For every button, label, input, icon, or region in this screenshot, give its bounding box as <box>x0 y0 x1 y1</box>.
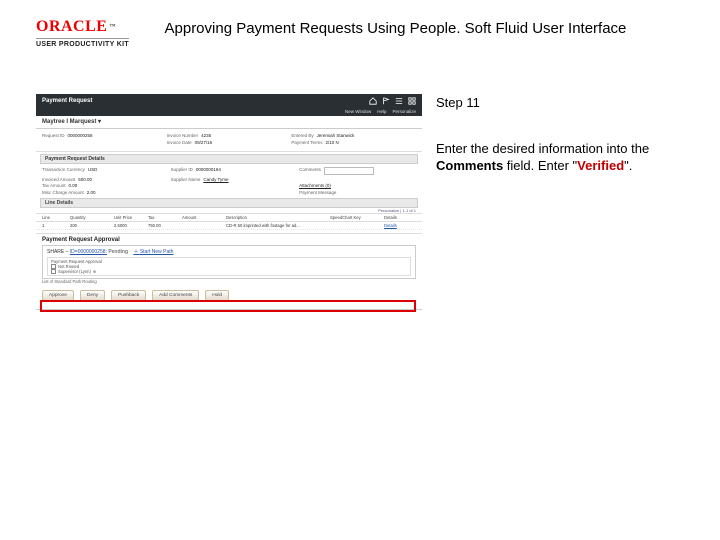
label-invoice-date: Invoice Date <box>167 140 192 145</box>
col-tax: Tax <box>148 215 178 220</box>
line-grid-row: 1 200 2.5000 750.00 CD-R 50 imprinted wi… <box>36 222 422 230</box>
approval-start-new-path-label: Start New Path <box>140 249 174 255</box>
cell-description: CD-R 50 imprinted with footage for ad... <box>226 223 326 228</box>
label-comments: Comments <box>299 167 321 175</box>
col-speedchart: SpeedChart Key <box>330 215 380 220</box>
col-description: Description <box>226 215 326 220</box>
line-grid-header: Line Quantity Unit Price Tax Amount Desc… <box>36 213 422 222</box>
section-payment-request-details: Payment Request Details <box>40 154 418 164</box>
brand-text: ORACLE <box>36 18 107 36</box>
value-request-id: 0000000258 <box>68 133 93 138</box>
trademark-symbol: ™ <box>109 24 116 30</box>
link-help[interactable]: Help <box>377 109 386 114</box>
value-tax-amount: 0.00 <box>69 183 78 188</box>
col-quantity: Quantity <box>70 215 110 220</box>
ps-header-title: Payment Request <box>42 98 92 104</box>
peoplesoft-screenshot: Payment Request New Window Help Personal… <box>36 94 422 346</box>
value-invoiced-amount: 500.00 <box>78 177 92 182</box>
approval-supervisor: Supervisor (Lynn) <box>58 269 91 274</box>
oracle-logo: ORACLE ™ USER PRODUCTIVITY KIT <box>36 18 129 48</box>
footer-note: List of Standard Path Routing <box>36 279 422 286</box>
approval-start-new-path[interactable]: ＋ Start New Path <box>133 249 173 255</box>
instr-comments-word: Comments <box>436 158 503 173</box>
col-amount: Amount <box>182 215 222 220</box>
add-comments-button[interactable]: Add Comments <box>152 290 199 301</box>
comments-input[interactable] <box>324 167 374 175</box>
deny-button[interactable]: Deny <box>80 290 105 301</box>
col-details: Details <box>384 215 422 220</box>
ps-header-labels: New Window Help Personalize <box>36 108 422 116</box>
label-entered-by: Entered By <box>291 133 313 138</box>
approval-req-id-link[interactable]: ID=0000000258: <box>70 249 107 255</box>
link-personalize[interactable]: Personalize <box>392 109 416 114</box>
plus-icon[interactable]: ⊕ <box>93 269 97 274</box>
cell-line: 1 <box>42 223 66 228</box>
col-unit-price: Unit Price <box>114 215 144 220</box>
value-invoice-date: 09/27/16 <box>195 140 213 145</box>
value-payment-terms: 2/10 N <box>326 140 339 145</box>
instr-end: ". <box>624 158 632 173</box>
col-line: Line <box>42 215 66 220</box>
cell-details-link[interactable]: Details <box>384 223 422 228</box>
pushback-button[interactable]: Pushback <box>111 290 146 301</box>
instruction-panel: Step 11 Enter the desired information in… <box>436 94 690 346</box>
ps-header-bar: Payment Request <box>36 94 422 108</box>
value-misc-charge: 2.00 <box>87 190 96 195</box>
link-new-window[interactable]: New Window <box>345 109 371 114</box>
ps-info-table: Request ID 0000000258 Invoice Number 423… <box>36 129 422 152</box>
value-supplier-name[interactable]: Candy Tyme <box>203 177 228 182</box>
label-invoice-number: Invoice Number <box>167 133 199 138</box>
approve-button[interactable]: Approve <box>42 290 74 301</box>
cell-quantity: 200 <box>70 223 110 228</box>
value-invoice-number: 4235 <box>201 133 211 138</box>
instr-prefix: Enter the desired information into the <box>436 141 649 156</box>
ps-details-grid: Transaction Currency USD Supplier ID 000… <box>36 164 422 198</box>
instr-suffix: field. Enter " <box>503 158 577 173</box>
label-request-id: Request ID <box>42 133 65 138</box>
approval-title: Payment Request Approval <box>36 234 422 245</box>
ps-subheader[interactable]: Maytree I Marquest ▾ <box>36 116 422 129</box>
label-payment-terms: Payment Terms <box>291 140 322 145</box>
cell-unit-price: 2.5000 <box>114 223 144 228</box>
label-tax-amount: Tax Amount <box>42 183 66 188</box>
approval-pending: Pending <box>108 249 128 255</box>
cell-tax: 750.00 <box>148 223 178 228</box>
label-supplier-name: Supplier Name <box>171 177 201 182</box>
highlight-box <box>40 300 416 312</box>
approval-box: SHARE – ID=0000000258: Pending ＋ Start N… <box>42 245 416 279</box>
label-txn-currency: Transaction Currency <box>42 167 85 175</box>
value-txn-currency: USD <box>88 167 98 175</box>
step-label: Step 11 <box>436 94 690 112</box>
doc-title: Approving Payment Requests Using People.… <box>129 18 692 37</box>
home-icon[interactable] <box>369 97 377 105</box>
instruction-text: Enter the desired information into the C… <box>436 140 690 175</box>
label-misc-charge: Misc Charge Amount <box>42 190 84 195</box>
label-supplier-id: Supplier ID <box>171 167 193 175</box>
link-attachments[interactable]: Attachments (0) <box>299 183 331 188</box>
hold-button[interactable]: Hold <box>205 290 229 301</box>
upk-subtitle: USER PRODUCTIVITY KIT <box>36 41 129 48</box>
flag-icon[interactable] <box>382 97 390 105</box>
value-supplier-id: 0000000164 <box>196 167 221 175</box>
menu-icon[interactable] <box>395 97 403 105</box>
approval-share: SHARE – <box>47 249 70 255</box>
grid-icon[interactable] <box>408 97 416 105</box>
section-line-details: Line Details <box>40 198 418 208</box>
label-payment-message: Payment Message <box>299 190 336 195</box>
value-entered-by: Jeremiah Stanwick <box>317 133 355 138</box>
instr-verified-word: Verified <box>577 158 624 173</box>
checkbox-icon[interactable] <box>51 269 56 274</box>
label-invoiced-amount: Invoiced Amount <box>42 177 75 182</box>
